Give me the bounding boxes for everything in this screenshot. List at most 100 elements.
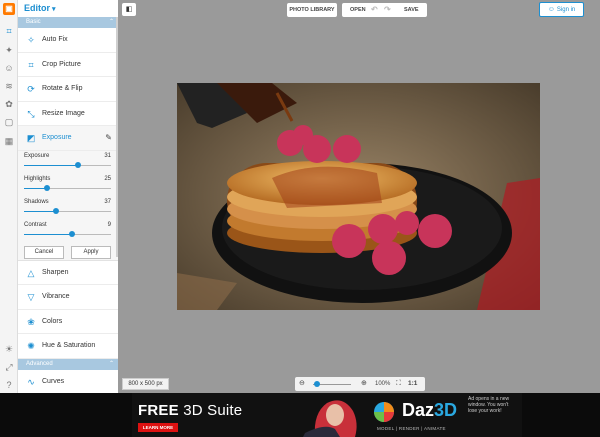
image-size-badge: 800 x 500 px [122,378,169,390]
cancel-button[interactable]: Cancel [24,245,64,259]
zoom-bar: ⊖ ⊕ 100% ⛶ 1:1 [295,377,425,391]
slider-handle[interactable] [74,162,81,168]
photo-canvas[interactable] [177,83,540,310]
open-button[interactable]: OPEN [350,3,366,17]
tool-label: Colors [42,317,63,325]
vibrance-icon: ▽ [27,292,35,302]
crop-tool-icon[interactable]: ⌗ [4,26,14,36]
learn-more-button[interactable]: LEARN MORE [138,423,178,432]
ad-modes: MODEL | RENDER | ANIMATE [377,426,446,431]
slider-handle[interactable] [44,185,51,191]
ad-headline: FREE 3D Suite [138,402,242,419]
slider-highlights[interactable]: Highlights 25 [18,173,118,197]
crop-icon: ⌗ [28,59,34,70]
slider-fill [24,233,72,235]
exposure-icon: ◩ [26,133,36,143]
section-advanced[interactable]: Advanced ⌃ [18,358,118,370]
fullscreen-icon[interactable]: ⤢ [4,362,14,372]
ad-brand: Daz3D [402,400,457,421]
redo-icon[interactable]: ↷ [384,3,391,17]
ad-free: FREE [138,402,179,419]
zoom-out-icon[interactable]: ⊖ [299,379,305,389]
slider-label: Shadows [24,198,49,205]
section-basic[interactable]: Basic ⌃ [18,17,118,28]
tool-label: Exposure [42,134,72,141]
tool-hue-saturation[interactable]: ✺ Hue & Saturation [18,334,118,359]
rotate-icon: ⟳ [27,84,35,94]
ad-character-image [303,400,357,437]
sign-in-button[interactable]: ☺ Sign in [539,2,584,17]
ad-brand-3d: 3D [434,400,458,420]
tool-vibrance[interactable]: ▽ Vibrance [18,285,118,310]
tool-label: Sharpen [42,268,69,276]
help-icon[interactable]: ? [4,380,14,390]
slider-contrast[interactable]: Contrast 9 [18,219,118,243]
slider-fill [24,164,78,166]
texture-tool-icon[interactable]: ▦ [4,136,14,146]
ad-banner[interactable]: FREE 3D Suite LEARN MORE Daz3D MODEL | R… [0,393,600,437]
save-button[interactable]: SAVE [404,3,419,17]
tool-label: Rotate & Flip [42,85,83,92]
apply-button[interactable]: Apply [71,245,111,259]
slider-track[interactable] [24,162,111,168]
tool-exposure[interactable]: ◩ Exposure ✎ [18,126,118,151]
sharpen-icon: △ [27,267,35,278]
slider-shadows[interactable]: Shadows 37 [18,196,118,220]
slider-label: Highlights [24,175,51,182]
slider-track[interactable] [24,185,111,191]
app-logo-icon[interactable]: ▣ [3,3,15,15]
slider-track[interactable] [24,231,111,237]
editor-title-label: Editor [24,3,50,13]
photo-library-button[interactable]: PHOTO LIBRARY [287,3,337,17]
zoom-in-icon[interactable]: ⊕ [361,379,367,389]
slider-value: 31 [104,152,111,159]
zoom-slider[interactable] [313,381,351,387]
slider-track[interactable] [24,208,111,214]
tool-auto-fix[interactable]: ✧ Auto Fix [18,28,118,53]
fit-screen-icon[interactable]: ⛶ [396,379,401,389]
tool-sharpen[interactable]: △ Sharpen [18,261,118,285]
section-advanced-label: Advanced [26,360,53,367]
colors-icon: ❀ [27,316,35,327]
actual-size-button[interactable]: 1:1 [408,379,417,389]
magic-tool-icon[interactable]: ✦ [4,45,14,55]
tool-label: Vibrance [42,293,70,300]
slider-label: Exposure [24,152,50,159]
panel-scrollbar[interactable] [116,17,118,257]
palette-tool-icon[interactable]: ✿ [4,99,14,109]
tool-label: Resize Image [42,109,85,117]
toggle-panel-button[interactable]: ◧ [122,3,136,16]
tool-curves[interactable]: ∿ Curves [18,370,118,394]
user-icon: ☺ [547,6,555,13]
brightness-icon[interactable]: ☀ [4,344,14,354]
tool-label: Hue & Saturation [42,342,96,349]
slider-handle[interactable] [53,208,60,214]
tool-colors[interactable]: ❀ Colors [18,310,118,334]
collapse-icon: ⌃ [108,360,114,367]
tool-resize-image[interactable]: ⤡ Resize Image [18,102,118,126]
slider-value: 37 [104,198,111,205]
editor-title[interactable]: Editor ▾ [18,0,118,17]
ad-note: Ad opens in a new window. You won't lose… [468,396,510,414]
tool-rotate-flip[interactable]: ⟳ Rotate & Flip [18,77,118,102]
section-basic-label: Basic [26,19,41,25]
slider-value: 25 [104,175,111,182]
hue-icon: ✺ [27,341,35,351]
ad-brand-daz: Daz [402,400,435,420]
slider-handle[interactable] [68,231,75,237]
tool-crop-picture[interactable]: ⌗ Crop Picture [18,53,118,77]
daz-logo-icon [374,402,394,422]
zoom-slider-handle[interactable] [313,381,320,387]
undo-icon[interactable]: ↶ [371,3,378,17]
tool-label: Auto Fix [42,36,68,43]
brush-icon[interactable]: ✎ [105,126,112,151]
face-tool-icon[interactable]: ☺ [4,63,14,73]
slider-value: 9 [107,221,111,228]
pancake-photo [177,83,540,310]
ad-left-panel [0,393,132,437]
resize-icon: ⤡ [27,108,35,119]
frame-tool-icon[interactable]: ▢ [4,117,14,127]
ad-right-panel [522,393,600,437]
slider-exposure[interactable]: Exposure 31 [18,150,118,174]
layers-tool-icon[interactable]: ≋ [4,81,14,91]
